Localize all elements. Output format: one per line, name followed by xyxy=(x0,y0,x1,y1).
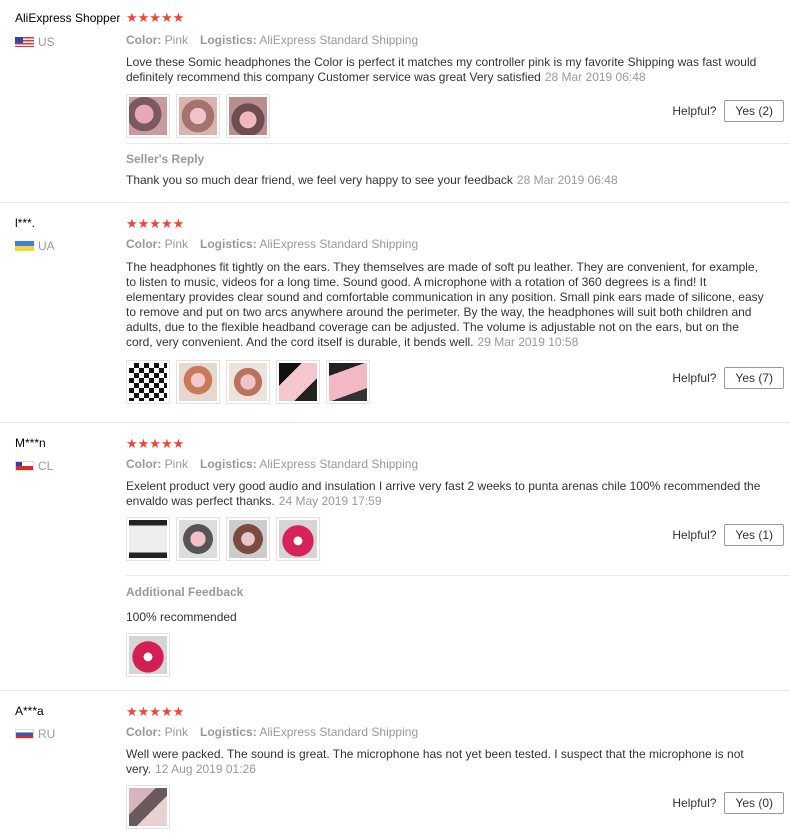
helpful-section: Helpful? Yes (2) xyxy=(672,100,784,122)
star-rating: ★★★★★ xyxy=(126,216,185,231)
review-photo[interactable] xyxy=(126,360,170,404)
review-photo[interactable] xyxy=(126,94,170,138)
reviewer-country: UA xyxy=(15,239,55,253)
reply-date: 28 Mar 2019 06:48 xyxy=(516,173,618,187)
star-rating: ★★★★★ xyxy=(126,436,185,451)
logistics-value: AliExpress Standard Shipping xyxy=(259,725,419,739)
divider xyxy=(0,422,790,423)
review-meta: Color: Pink Logistics: AliExpress Standar… xyxy=(126,237,418,251)
logistics-label: Logistics: xyxy=(200,237,257,251)
review-photos xyxy=(126,94,270,138)
review-photo[interactable] xyxy=(176,94,220,138)
country-code: US xyxy=(38,35,55,49)
review-photo[interactable] xyxy=(126,785,170,829)
review-photo[interactable] xyxy=(326,360,370,404)
review-meta: Color: Pink Logistics: AliExpress Standar… xyxy=(126,457,418,471)
ua-flag-icon xyxy=(15,241,34,251)
review-meta: Color: Pink Logistics: AliExpress Standar… xyxy=(126,33,418,47)
reviewer-country: CL xyxy=(15,459,53,473)
review-photo[interactable] xyxy=(226,360,270,404)
review-meta: Color: Pink Logistics: AliExpress Standar… xyxy=(126,725,418,739)
sellers-reply-text: Thank you so much dear friend, we feel v… xyxy=(126,173,766,188)
divider xyxy=(126,575,790,576)
country-code: RU xyxy=(38,727,56,741)
review-body: The headphones fit tightly on the ears. … xyxy=(126,260,764,349)
logistics-value: AliExpress Standard Shipping xyxy=(259,457,419,471)
review-photo[interactable] xyxy=(276,360,320,404)
helpful-yes-button[interactable]: Yes (7) xyxy=(724,367,784,389)
color-value: Pink xyxy=(164,33,189,47)
reviewer-name: A***a xyxy=(15,704,44,718)
review-photos xyxy=(126,785,170,829)
divider xyxy=(0,690,790,691)
logistics-label: Logistics: xyxy=(200,33,257,47)
helpful-label: Helpful? xyxy=(672,371,717,385)
review-photo[interactable] xyxy=(126,633,170,677)
helpful-yes-button[interactable]: Yes (2) xyxy=(724,100,784,122)
reviewer-name: l***. xyxy=(15,216,36,230)
country-code: CL xyxy=(38,459,54,473)
helpful-yes-button[interactable]: Yes (1) xyxy=(724,524,784,546)
helpful-section: Helpful? Yes (1) xyxy=(672,524,784,546)
star-rating: ★★★★★ xyxy=(126,704,185,719)
additional-feedback-title: Additional Feedback xyxy=(126,585,244,599)
color-label: Color: xyxy=(126,725,162,739)
helpful-section: Helpful? Yes (0) xyxy=(672,792,784,814)
divider xyxy=(126,143,790,144)
review-photo[interactable] xyxy=(176,517,220,561)
color-label: Color: xyxy=(126,33,162,47)
color-label: Color: xyxy=(126,237,162,251)
logistics-value: AliExpress Standard Shipping xyxy=(259,237,419,251)
logistics-value: AliExpress Standard Shipping xyxy=(259,33,419,47)
review-photos xyxy=(126,360,370,404)
helpful-section: Helpful? Yes (7) xyxy=(672,367,784,389)
review-text: Love these Somic headphones the Color is… xyxy=(126,55,766,85)
logistics-label: Logistics: xyxy=(200,725,257,739)
reply-body: Thank you so much dear friend, we feel v… xyxy=(126,173,513,187)
review-text: The headphones fit tightly on the ears. … xyxy=(126,260,766,350)
review-photo[interactable] xyxy=(226,517,270,561)
reviewer-name: M***n xyxy=(15,436,46,450)
review-photos xyxy=(126,517,320,561)
country-code: UA xyxy=(38,239,55,253)
helpful-yes-button[interactable]: Yes (0) xyxy=(724,792,784,814)
review-photo[interactable] xyxy=(126,517,170,561)
review-photo[interactable] xyxy=(226,94,270,138)
review-date: 12 Aug 2019 01:26 xyxy=(155,762,256,776)
color-label: Color: xyxy=(126,457,162,471)
helpful-label: Helpful? xyxy=(672,796,717,810)
review-text: Well were packed. The sound is great. Th… xyxy=(126,747,766,777)
helpful-label: Helpful? xyxy=(672,528,717,542)
divider xyxy=(0,202,790,203)
review-text: Exelent product very good audio and insu… xyxy=(126,479,766,509)
review-date: 28 Mar 2019 06:48 xyxy=(544,70,646,84)
reviewer-name: AliExpress Shopper xyxy=(15,11,121,25)
ru-flag-icon xyxy=(15,729,34,739)
us-flag-icon xyxy=(15,37,34,47)
color-value: Pink xyxy=(164,237,189,251)
additional-feedback-text: 100% recommended xyxy=(126,610,237,624)
reviewer-country: RU xyxy=(15,727,55,741)
review-photo[interactable] xyxy=(276,517,320,561)
review-photo[interactable] xyxy=(176,360,220,404)
cl-flag-icon xyxy=(15,461,34,471)
reviewer-country: US xyxy=(15,35,55,49)
additional-photos xyxy=(126,633,170,677)
review-date: 29 Mar 2019 10:58 xyxy=(477,335,579,349)
color-value: Pink xyxy=(164,725,189,739)
logistics-label: Logistics: xyxy=(200,457,257,471)
review-body: Exelent product very good audio and insu… xyxy=(126,479,761,508)
star-rating: ★★★★★ xyxy=(126,10,185,25)
sellers-reply-title: Seller's Reply xyxy=(126,152,205,166)
color-value: Pink xyxy=(164,457,189,471)
review-body: Love these Somic headphones the Color is… xyxy=(126,55,757,84)
helpful-label: Helpful? xyxy=(672,104,717,118)
review-date: 24 May 2019 17:59 xyxy=(278,494,382,508)
